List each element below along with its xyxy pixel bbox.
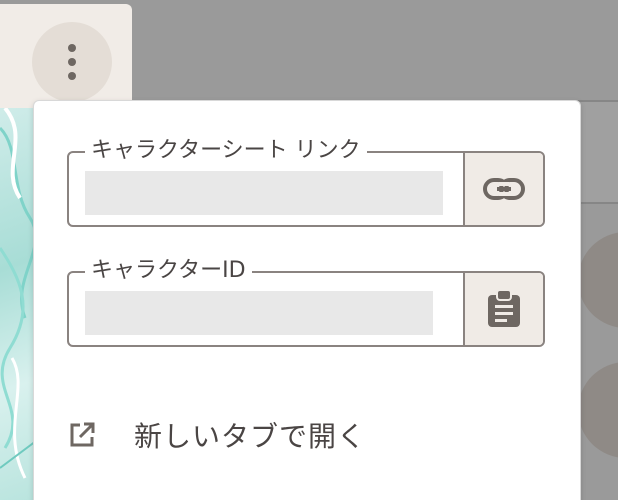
open-in-new-icon <box>70 422 95 447</box>
toolbar-card <box>0 4 132 108</box>
open-in-new-tab-label: 新しいタブで開く <box>134 420 367 453</box>
sheet-link-input[interactable] <box>85 171 443 215</box>
more-vertical-icon-dot <box>68 44 76 52</box>
character-id-input[interactable] <box>85 291 433 335</box>
link-icon <box>483 178 525 200</box>
copy-link-button[interactable] <box>463 153 543 225</box>
character-id-field: キャラクターID <box>67 257 545 347</box>
more-options-button[interactable] <box>32 22 112 102</box>
open-in-new-tab-item[interactable]: 新しいタブで開く <box>64 411 366 459</box>
character-menu-popup: キャラクターシート リンク キャラクターID 新しいタブで開く <box>33 100 581 500</box>
sheet-link-legend: キャラクターシート リンク <box>85 137 367 165</box>
clipboard-icon <box>488 289 520 327</box>
more-vertical-icon-dot <box>68 72 76 80</box>
app-stage: キャラクターシート リンク キャラクターID 新しいタブで開く <box>0 0 618 500</box>
sheet-link-field: キャラクターシート リンク <box>67 137 545 227</box>
background-avatar <box>578 362 618 458</box>
copy-id-button[interactable] <box>463 273 543 345</box>
more-vertical-icon-dot <box>68 58 76 66</box>
background-avatar <box>578 232 618 328</box>
background-panel <box>578 100 618 204</box>
character-id-legend: キャラクターID <box>85 257 252 285</box>
